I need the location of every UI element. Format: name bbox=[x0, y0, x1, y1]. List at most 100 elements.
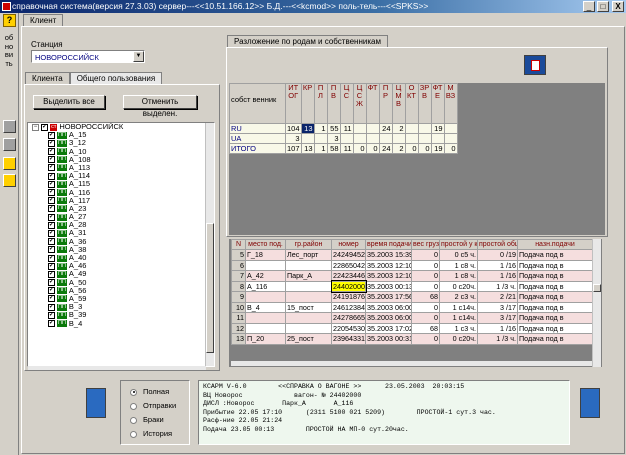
maximize-button[interactable]: □ bbox=[597, 1, 609, 12]
breakdown-row[interactable]: RU 104 13 1 55 11 24 2 19 bbox=[229, 123, 458, 134]
tree-item[interactable]: ✓ ПП А_31 bbox=[28, 229, 214, 237]
tab-client-list[interactable]: Клиента bbox=[25, 72, 70, 84]
checkbox[interactable]: ✓ bbox=[48, 238, 55, 246]
tree-item[interactable]: ✓ ПП А_28 bbox=[28, 221, 214, 229]
table-row[interactable]: 8 А_116 24402000 35.2003 00:13 0 0 с20ч. 1 /3 … bbox=[231, 280, 593, 293]
checkbox[interactable]: ✓ bbox=[48, 254, 55, 262]
tree-root[interactable]: − ✓ ст НОВОРОССИЙСК bbox=[28, 123, 214, 131]
checkbox[interactable]: ✓ bbox=[48, 320, 55, 328]
checkbox[interactable]: ✓ bbox=[48, 164, 55, 172]
checkbox[interactable]: ✓ bbox=[48, 148, 55, 156]
tree-item[interactable]: ✓ ПП А_36 bbox=[28, 237, 214, 246]
checkbox[interactable]: ✓ bbox=[48, 213, 55, 221]
radio-button[interactable] bbox=[130, 402, 137, 410]
refresh-button[interactable]: обновить bbox=[4, 33, 14, 68]
tree-item[interactable]: ✓ ПП А_113 bbox=[28, 163, 214, 172]
tree-item[interactable]: ✓ ПП А_117 bbox=[28, 196, 214, 205]
tree-item[interactable]: ✓ ПП А_114 bbox=[28, 172, 214, 180]
radio-button[interactable] bbox=[130, 430, 137, 438]
tree-item[interactable]: ✓ ПП А_40 bbox=[28, 253, 214, 262]
breakdown-row[interactable]: UA 3 3 bbox=[229, 133, 458, 144]
deselect-button[interactable]: Отменить выделен. bbox=[123, 95, 197, 118]
scroll-thumb[interactable] bbox=[206, 223, 214, 353]
tree-item[interactable]: ✓ ПП А_115 bbox=[28, 180, 214, 188]
table-row[interactable]: 9 24191876 35.2003 17:56 68 2 с3 ч. 2 /21 Пода… bbox=[231, 291, 593, 303]
checkbox[interactable]: ✓ bbox=[48, 262, 55, 270]
radio-option[interactable]: Браки bbox=[130, 415, 176, 429]
radio-button[interactable] bbox=[130, 388, 137, 396]
tree-item[interactable]: ✓ ПП А_27 bbox=[28, 212, 214, 221]
table-row[interactable]: 12 22054530 35.2003 17:02 68 1 с3 ч. 1 /16 Под… bbox=[231, 322, 593, 334]
checkbox[interactable]: ✓ bbox=[48, 180, 55, 188]
wagons-header[interactable]: вес груза bbox=[411, 239, 440, 250]
breakdown-row[interactable]: ИТОГО 107 13 1 58 11 0 0 24 2 0 0 19 0 bbox=[229, 143, 458, 154]
checkbox[interactable]: ✓ bbox=[48, 205, 55, 213]
checkbox[interactable]: ✓ bbox=[48, 270, 55, 278]
radio-option[interactable]: Отправки bbox=[130, 401, 176, 415]
tree-item[interactable]: ✓ ПП В_3 bbox=[28, 303, 214, 311]
minimize-button[interactable]: _ bbox=[583, 1, 595, 12]
tree-item[interactable]: ✓ ПП А_50 bbox=[28, 278, 214, 287]
scroll-thumb[interactable] bbox=[593, 284, 601, 292]
tree-item[interactable]: ✓ ПП А_59 bbox=[28, 294, 214, 303]
wagons-header[interactable]: простой у кл. bbox=[439, 239, 478, 250]
checkbox[interactable]: ✓ bbox=[48, 229, 55, 237]
wagons-header[interactable]: время подачи bbox=[365, 239, 412, 250]
checkbox[interactable]: ✓ bbox=[48, 139, 55, 147]
checkbox[interactable]: ✓ bbox=[48, 189, 55, 197]
tree-item[interactable]: ✓ ПП В_39 bbox=[28, 311, 214, 319]
help-button[interactable]: ? bbox=[3, 14, 16, 27]
tree-item[interactable]: ✓ ПП А_116 bbox=[28, 188, 214, 197]
checkbox[interactable]: ✓ bbox=[48, 303, 55, 311]
radio-option[interactable]: Полная bbox=[130, 387, 176, 401]
table-row[interactable]: 10 В_4 15_пост 24612384 35.2003 06:00 0 1 с14ч… bbox=[231, 301, 593, 313]
checkbox[interactable]: ✓ bbox=[48, 197, 55, 205]
wagons-scrollbar[interactable] bbox=[592, 239, 601, 367]
tree-item[interactable]: ✓ ПП А_56 bbox=[28, 286, 214, 295]
close-button[interactable]: X bbox=[612, 1, 624, 12]
tree-item[interactable]: ✓ ПП А_108 bbox=[28, 155, 214, 164]
checkbox[interactable]: ✓ bbox=[48, 156, 55, 164]
wagons-header[interactable]: N bbox=[231, 239, 246, 250]
wagons-header[interactable]: номер bbox=[331, 239, 366, 250]
tab-common-list[interactable]: Общего пользования bbox=[69, 72, 163, 84]
tool-key-icon[interactable] bbox=[3, 157, 16, 170]
tree-item[interactable]: ✓ ПП А_15 bbox=[28, 131, 214, 139]
tree-item[interactable]: ✓ ПП А_38 bbox=[28, 245, 214, 254]
checkbox[interactable]: ✓ bbox=[48, 287, 55, 295]
select-all-button[interactable]: Выделить все bbox=[33, 95, 105, 109]
checkbox[interactable]: ✓ bbox=[48, 246, 55, 254]
checkbox[interactable]: ✓ bbox=[48, 221, 55, 229]
wagons-header[interactable]: назн.подачи bbox=[517, 239, 593, 250]
checkbox[interactable]: ✓ bbox=[48, 295, 55, 303]
wagons-header[interactable]: простой общ. bbox=[477, 239, 518, 250]
table-row[interactable]: 5 Г_18 Лес_порт 24249452 35.2003 15:39 0 0 с5 … bbox=[231, 249, 593, 261]
wagons-header[interactable]: место под. bbox=[245, 239, 286, 250]
checkbox[interactable]: ✓ bbox=[48, 131, 55, 139]
radio-option[interactable]: История bbox=[130, 429, 176, 443]
wagons-header[interactable]: гр.район bbox=[285, 239, 332, 250]
tab-client[interactable]: Клиент bbox=[23, 14, 64, 26]
tree-item[interactable]: ✓ ПП А_49 bbox=[28, 270, 214, 278]
tree-scrollbar[interactable] bbox=[205, 123, 214, 366]
wagons-hscrollbar[interactable] bbox=[231, 361, 592, 366]
table-row[interactable]: 13 П_20 25_пост 23964331 35.2003 00:31 0 0 с20… bbox=[231, 333, 593, 345]
tree-item[interactable]: ✓ ПП А_10 bbox=[28, 147, 214, 156]
tree-item[interactable]: ✓ ПП А_46 bbox=[28, 262, 214, 270]
tool-pen-icon[interactable] bbox=[3, 120, 16, 133]
table-row[interactable]: 6 22865042 35.2003 12:10 0 1 с8 ч. 1 /16 Подач… bbox=[231, 259, 593, 271]
tool-key2-icon[interactable] bbox=[3, 174, 16, 187]
tree-item[interactable]: ✓ ПП В_4 bbox=[28, 319, 214, 328]
checkbox[interactable]: ✓ bbox=[48, 311, 55, 319]
station-select[interactable]: НОВОРОССИЙСК ▼ bbox=[31, 50, 145, 63]
tree-hscrollbar[interactable] bbox=[28, 366, 206, 370]
tab-breakdown[interactable]: Разложение по родам и собственникам bbox=[227, 35, 388, 47]
prev-icon[interactable] bbox=[86, 388, 106, 418]
table-row[interactable]: 7 А_42 Парк_А 22423446 35.2003 12:10 0 1 с8 ч.… bbox=[231, 270, 593, 282]
table-row[interactable]: 11 24278665 35.2003 06:00 0 1 с14ч. 3 /17 Пода… bbox=[231, 312, 593, 324]
checkbox[interactable]: ✓ bbox=[41, 123, 49, 131]
radio-button[interactable] bbox=[130, 416, 137, 424]
checkbox[interactable]: ✓ bbox=[48, 279, 55, 287]
tree-item[interactable]: ✓ ПП З_12 bbox=[28, 139, 214, 147]
tool-line-icon[interactable] bbox=[3, 138, 16, 151]
